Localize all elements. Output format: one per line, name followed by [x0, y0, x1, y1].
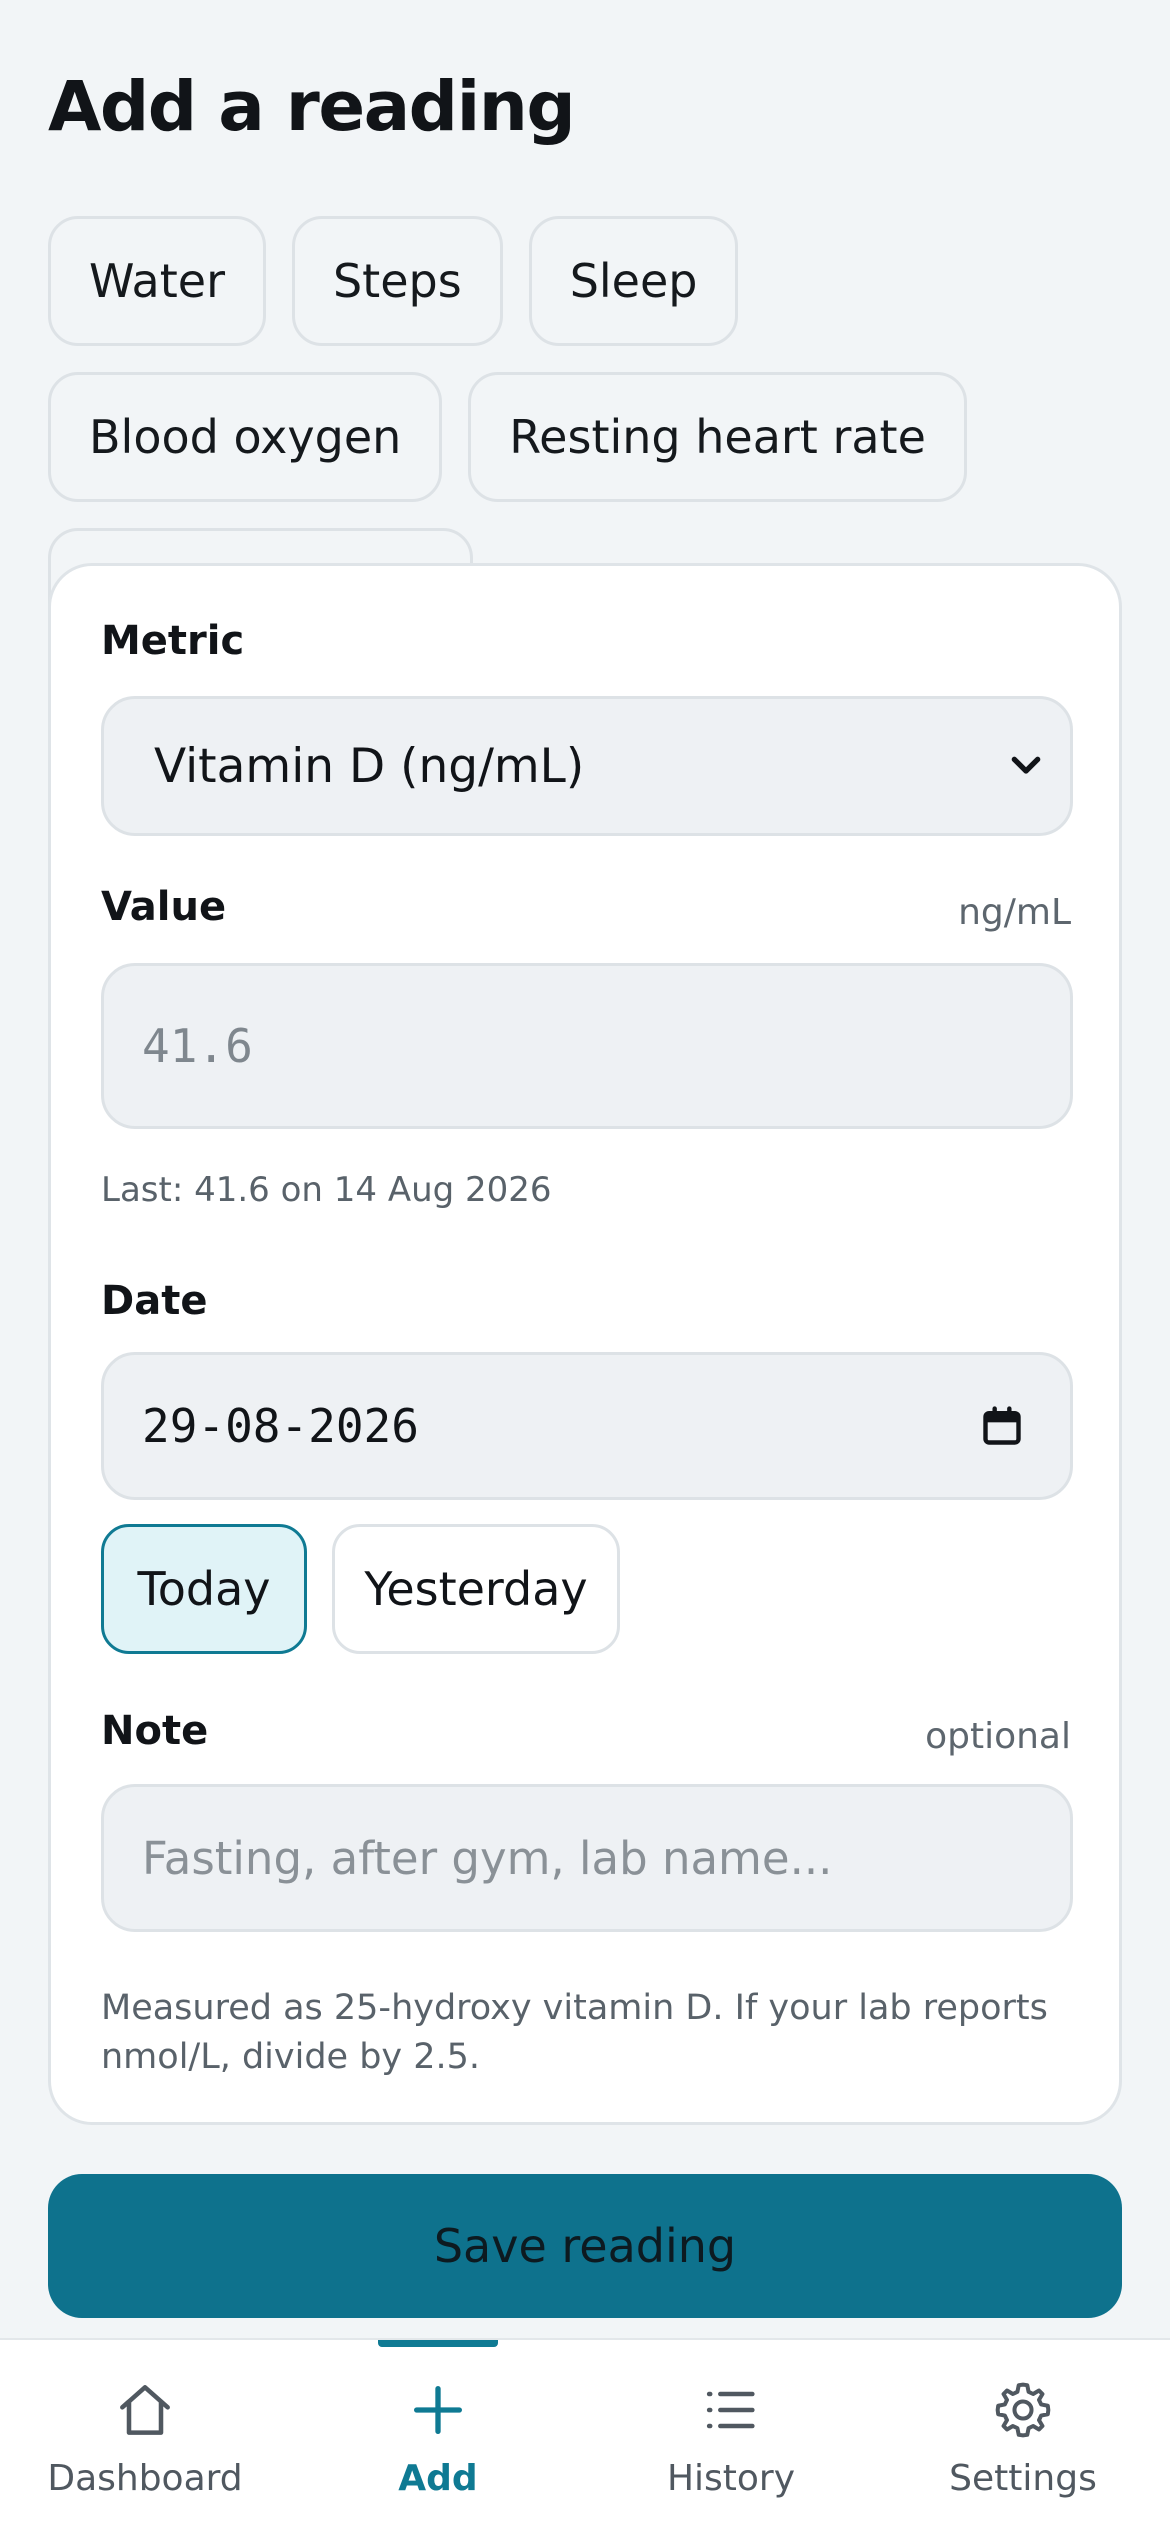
metric-select-value: Vitamin D (ng/mL)	[154, 738, 585, 794]
save-reading-button[interactable]: Save reading	[48, 2174, 1122, 2318]
chip-resting-heart-rate[interactable]: Resting heart rate	[468, 372, 967, 502]
bottom-tab-bar: Dashboard Add History Settings	[0, 2338, 1170, 2532]
tab-history[interactable]: History	[636, 2340, 826, 2532]
tab-add[interactable]: Add	[343, 2340, 533, 2532]
add-reading-screen: Add a reading Water Steps Sleep Blood ox…	[0, 0, 1170, 2532]
tab-add-label: Add	[398, 2458, 478, 2499]
gear-icon	[995, 2382, 1051, 2438]
chip-steps[interactable]: Steps	[291, 216, 503, 346]
today-button[interactable]: Today	[101, 1524, 307, 1654]
home-icon	[120, 2385, 170, 2435]
value-label: Value	[101, 884, 227, 930]
note-input[interactable]: Fasting, after gym, lab name...	[101, 1784, 1073, 1932]
chip-sleep[interactable]: Sleep	[528, 216, 739, 346]
chip-blood-oxygen[interactable]: Blood oxygen	[48, 372, 443, 502]
calendar-icon[interactable]	[980, 1404, 1024, 1448]
value-unit: ng/mL	[958, 892, 1071, 933]
tab-settings-label: Settings	[949, 2458, 1097, 2499]
unit-conversion-footnote: Measured as 25-hydroxy vitamin D. If you…	[101, 1988, 1048, 2077]
page-title: Add a reading	[48, 67, 576, 147]
note-label: Note	[101, 1708, 209, 1754]
note-optional-tag: optional	[925, 1716, 1071, 1757]
chip-water[interactable]: Water	[48, 216, 266, 346]
note-input-placeholder: Fasting, after gym, lab name...	[142, 1831, 833, 1885]
metric-label: Metric	[101, 618, 245, 664]
last-reading-hint: Last: 41.6 on 14 Aug 2026	[101, 1170, 552, 1210]
tab-dashboard[interactable]: Dashboard	[47, 2340, 243, 2532]
yesterday-button[interactable]: Yesterday	[332, 1524, 620, 1654]
tab-dashboard-label: Dashboard	[47, 2458, 243, 2499]
metric-select[interactable]: Vitamin D (ng/mL)	[101, 696, 1073, 836]
tab-history-label: History	[666, 2458, 796, 2499]
plus-icon	[414, 2386, 462, 2434]
value-input-placeholder: 41.6	[142, 1019, 253, 1073]
date-label: Date	[101, 1278, 208, 1324]
date-input[interactable]: 29-08-2026	[101, 1352, 1073, 1500]
value-input[interactable]: 41.6	[101, 963, 1073, 1129]
reading-form-card: Metric Vitamin D (ng/mL) Value ng/mL 41.…	[48, 563, 1122, 2125]
tab-settings[interactable]: Settings	[928, 2340, 1118, 2532]
chevron-down-icon	[1011, 756, 1041, 774]
date-input-value: 29-08-2026	[142, 1399, 419, 1453]
list-icon	[706, 2391, 755, 2429]
